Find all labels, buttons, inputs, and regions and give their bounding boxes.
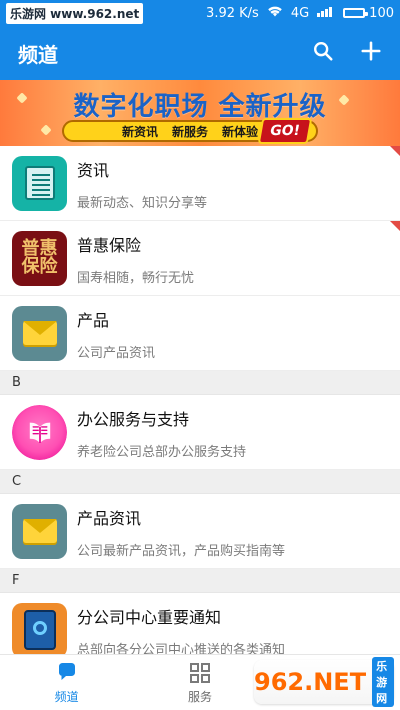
- network-speed: 3.92 K/s: [206, 5, 259, 21]
- section-header-c: C: [0, 470, 400, 494]
- puhui-insurance-icon: 普惠 保险: [12, 230, 67, 286]
- signal-icon: [317, 5, 335, 21]
- channel-name: 分公司中心重要通知: [77, 608, 222, 627]
- banner-tagline-item-3: 新体验: [222, 124, 259, 139]
- section-header-f: F: [0, 569, 400, 593]
- plus-icon: [360, 40, 382, 66]
- search-button[interactable]: [310, 40, 336, 66]
- channel-name: 产品: [77, 311, 110, 330]
- tab-label: 频道: [54, 690, 79, 704]
- unread-badge-icon: [390, 146, 400, 156]
- envelope-icon: [12, 503, 67, 559]
- channel-item-office-support[interactable]: 办公服务与支持 养老险公司总部办公服务支持: [0, 395, 400, 470]
- envelope-shape: [22, 519, 57, 543]
- newspaper-icon: [24, 166, 55, 200]
- status-bar: 乐游网 www.962.net 3.92 K/s 4G 100: [0, 0, 400, 26]
- office-support-icon: [12, 404, 67, 460]
- channel-desc: 养老险公司总部办公服务支持: [77, 445, 247, 460]
- tab-channels[interactable]: 频道: [22, 660, 112, 705]
- banner-headline: 数字化职场 全新升级: [73, 92, 327, 122]
- channel-desc: 国寿相随，畅行无忧: [77, 271, 195, 286]
- channel-desc: 公司产品资讯: [77, 346, 156, 361]
- channel-item-product-news[interactable]: 产品资讯 公司最新产品资讯，产品购买指南等: [0, 494, 400, 569]
- tab-label: 服务: [187, 690, 212, 704]
- wifi-icon: [267, 5, 283, 21]
- tab-services[interactable]: 服务: [155, 660, 245, 705]
- watermark-label: 乐游网 www.962.net: [6, 2, 144, 24]
- banner-go-button[interactable]: GO!: [257, 118, 313, 144]
- section-header-b: B: [0, 371, 400, 395]
- notice-phone-icon: [12, 602, 67, 658]
- page-title: 频道: [18, 42, 58, 67]
- envelope-icon: [12, 305, 67, 361]
- channel-desc: 公司最新产品资讯，产品购买指南等: [77, 544, 286, 559]
- unread-badge-icon: [390, 221, 400, 231]
- channel-desc: 最新动态、知识分享等: [77, 196, 208, 211]
- search-icon: [312, 40, 334, 66]
- channel-item-puhui[interactable]: 普惠 保险 普惠保险 国寿相随，畅行无忧: [0, 221, 400, 296]
- channel-name: 资讯: [77, 161, 110, 180]
- mobile-network-label: 4G: [290, 5, 310, 21]
- watermark-sub: 乐游网: [372, 657, 394, 707]
- channel-item-product[interactable]: 产品 公司产品资讯: [0, 296, 400, 371]
- chat-bubble-icon: [54, 660, 80, 686]
- channel-name: 普惠保险: [77, 236, 142, 255]
- puhui-icon-text: 普惠 保险: [21, 238, 58, 277]
- battery-level: 100: [369, 5, 394, 21]
- banner-tagline-item-1: 新资讯: [121, 124, 158, 139]
- news-icon: [12, 155, 67, 211]
- grid-icon: [187, 660, 213, 686]
- site-watermark-logo: 962.NET 乐游网: [254, 657, 394, 707]
- channel-name: 办公服务与支持: [77, 410, 190, 429]
- promo-banner[interactable]: 数字化职场 全新升级 新资讯 新服务 新体验 GO!: [0, 80, 400, 146]
- bottom-navigation: 频道 服务 e店 962.NET 乐游网: [0, 654, 400, 710]
- phone-icon: [23, 610, 56, 650]
- battery-icon: [343, 8, 369, 18]
- app-header: 频道: [0, 26, 400, 80]
- add-button[interactable]: [358, 40, 384, 66]
- book-icon: [29, 422, 50, 444]
- sparkle-icon: [40, 124, 52, 136]
- channel-list: 资讯 最新动态、知识分享等 普惠 保险 普惠保险 国寿相随，畅行无忧 产品 公司产…: [0, 146, 400, 668]
- battery: 100: [343, 6, 394, 21]
- channel-item-news[interactable]: 资讯 最新动态、知识分享等: [0, 146, 400, 221]
- channel-name: 产品资讯: [77, 509, 142, 528]
- watermark-main: 962.NET: [254, 668, 367, 696]
- banner-tagline-item-2: 新服务: [171, 124, 208, 139]
- envelope-shape: [22, 321, 57, 345]
